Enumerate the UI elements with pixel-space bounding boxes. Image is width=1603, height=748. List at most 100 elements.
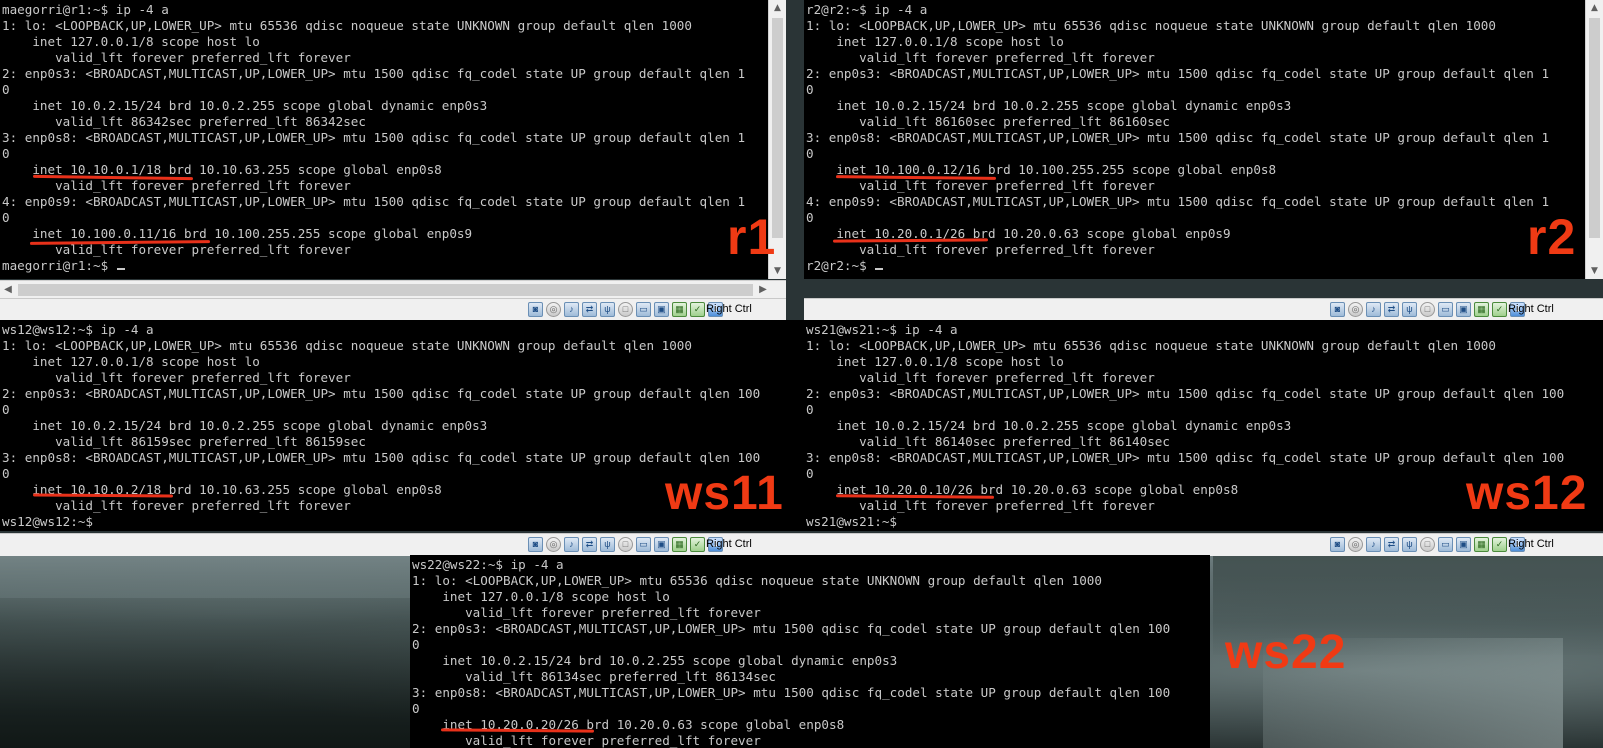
terminal-line: inet 127.0.0.1/8 scope host lo [2,34,260,49]
mouse-integration-icon[interactable]: ✓ [1492,537,1507,552]
shell-prompt: maegorri@r1:~$ [2,258,116,273]
vm-annotation-label: ws22 [1225,626,1347,679]
statusbar-r2: ◙ ◎ ♪ ⇄ ψ □ ▭ ▣ ▦ ✓ ⬇ Right Ctrl [804,298,1603,321]
horizontal-scrollbar-r1[interactable]: ◀ ▶ [0,280,786,299]
vm-annotation-label: r1 [727,209,777,265]
vertical-scrollbar-r2[interactable]: ▲ ▼ [1585,0,1603,279]
terminal-line: inet 127.0.0.1/8 scope host lo [806,354,1064,369]
hard-disk-icon[interactable]: ◙ [1330,302,1345,317]
vm-window-r1[interactable]: maegorri@r1:~$ ip -4 a 1: lo: <LOOPBACK,U… [0,0,786,279]
shared-folders-icon[interactable]: □ [618,302,633,317]
display-icon[interactable]: ▭ [636,302,651,317]
statusbar-ws11: ◙ ◎ ♪ ⇄ ψ □ ▭ ▣ ▦ ✓ ⬇ Right Ctrl [0,533,804,556]
cpu-icon[interactable]: ▦ [672,302,687,317]
terminal-ws22[interactable]: ws22@ws22:~$ ip -4 a 1: lo: <LOOPBACK,UP,… [410,555,1210,748]
wallpaper-grass-left [0,598,410,748]
terminal-line: valid_lft forever preferred_lft forever [806,50,1155,65]
terminal-line: valid_lft 86134sec preferred_lft 86134se… [412,669,776,684]
scroll-thumb[interactable] [18,284,753,296]
optical-drive-icon[interactable]: ◎ [546,537,561,552]
cpu-icon[interactable]: ▦ [672,537,687,552]
video-capture-icon[interactable]: ▣ [1456,302,1471,317]
vm-window-r2[interactable]: r2@r2:~$ ip -4 a 1: lo: <LOOPBACK,UP,LOWE… [804,0,1603,279]
terminal-line: 0 [806,82,814,97]
terminal-line: 2: enp0s3: <BROADCAST,MULTICAST,UP,LOWER… [412,621,1171,636]
shell-prompt: r2@r2:~$ [806,258,875,273]
terminal-line: inet 127.0.0.1/8 scope host lo [806,34,1064,49]
terminal-line: inet 10.100.0.11/16 brd 10.100.255.255 s… [2,226,473,241]
network-icon[interactable]: ⇄ [1384,537,1399,552]
terminal-line: 2: enp0s3: <BROADCAST,MULTICAST,UP,LOWER… [806,66,1550,81]
terminal-line: 0 [2,146,10,161]
usb-icon[interactable]: ψ [1402,537,1417,552]
audio-icon[interactable]: ♪ [1366,537,1381,552]
hard-disk-icon[interactable]: ◙ [1330,537,1345,552]
terminal-line: valid_lft 86160sec preferred_lft 86160se… [806,114,1170,129]
scroll-up-arrow-icon[interactable]: ▲ [1586,0,1603,16]
shared-folders-icon[interactable]: □ [1420,302,1435,317]
vm-annotation-label: ws12 [1466,467,1588,520]
mouse-integration-icon[interactable]: ✓ [690,302,705,317]
terminal-line: 3: enp0s8: <BROADCAST,MULTICAST,UP,LOWER… [806,130,1550,145]
hard-disk-icon[interactable]: ◙ [528,537,543,552]
network-icon[interactable]: ⇄ [582,537,597,552]
scroll-thumb[interactable] [772,18,783,238]
terminal-line: 4: enp0s9: <BROADCAST,MULTICAST,UP,LOWER… [2,194,746,209]
usb-icon[interactable]: ψ [600,302,615,317]
usb-icon[interactable]: ψ [600,537,615,552]
scroll-thumb[interactable] [1589,18,1600,238]
usb-icon[interactable]: ψ [1402,302,1417,317]
terminal-line: inet 127.0.0.1/8 scope host lo [412,589,670,604]
hard-disk-icon[interactable]: ◙ [528,302,543,317]
terminal-line: 4: enp0s9: <BROADCAST,MULTICAST,UP,LOWER… [806,194,1550,209]
scroll-down-arrow-icon[interactable]: ▼ [1586,263,1603,279]
optical-drive-icon[interactable]: ◎ [1348,302,1363,317]
terminal-line: ws21@ws21:~$ ip -4 a [806,322,958,337]
terminal-line: inet 10.0.2.15/24 brd 10.0.2.255 scope g… [412,653,898,668]
video-capture-icon[interactable]: ▣ [654,302,669,317]
terminal-line: valid_lft forever preferred_lft forever [806,370,1155,385]
mouse-integration-icon[interactable]: ✓ [1492,302,1507,317]
shell-prompt: ws12@ws12:~$ [2,514,93,529]
scroll-left-arrow-icon[interactable]: ◀ [0,281,16,299]
display-icon[interactable]: ▭ [1438,302,1453,317]
network-icon[interactable]: ⇄ [582,302,597,317]
status-icons: ◙ ◎ ♪ ⇄ ψ □ ▭ ▣ ▦ ✓ ⬇ [528,537,723,552]
video-capture-icon[interactable]: ▣ [654,537,669,552]
terminal-r2[interactable]: r2@r2:~$ ip -4 a 1: lo: <LOOPBACK,UP,LOWE… [804,0,1603,274]
audio-icon[interactable]: ♪ [564,302,579,317]
terminal-line: 3: enp0s8: <BROADCAST,MULTICAST,UP,LOWER… [2,130,746,145]
video-capture-icon[interactable]: ▣ [1456,537,1471,552]
terminal-line: 0 [806,210,814,225]
audio-icon[interactable]: ♪ [564,537,579,552]
display-icon[interactable]: ▭ [636,537,651,552]
terminal-line: 1: lo: <LOOPBACK,UP,LOWER_UP> mtu 65536 … [2,18,692,33]
terminal-line: valid_lft forever preferred_lft forever [412,605,761,620]
terminal-line: ws12@ws12:~$ ip -4 a [2,322,154,337]
optical-drive-icon[interactable]: ◎ [546,302,561,317]
terminal-line: valid_lft forever preferred_lft forever [2,242,351,257]
cpu-icon[interactable]: ▦ [1474,302,1489,317]
terminal-line: valid_lft 86342sec preferred_lft 86342se… [2,114,366,129]
display-icon[interactable]: ▭ [1438,537,1453,552]
scroll-right-arrow-icon[interactable]: ▶ [755,281,771,299]
cpu-icon[interactable]: ▦ [1474,537,1489,552]
terminal-line: 2: enp0s3: <BROADCAST,MULTICAST,UP,LOWER… [2,386,761,401]
audio-icon[interactable]: ♪ [1366,302,1381,317]
terminal-prompt-line[interactable]: r2@r2:~$ [806,258,1603,274]
optical-drive-icon[interactable]: ◎ [1348,537,1363,552]
statusbar-ws12: ◙ ◎ ♪ ⇄ ψ □ ▭ ▣ ▦ ✓ ⬇ Right Ctrl [804,533,1603,556]
mouse-integration-icon[interactable]: ✓ [690,537,705,552]
terminal-line: 0 [2,210,10,225]
terminal-line: 3: enp0s8: <BROADCAST,MULTICAST,UP,LOWER… [2,450,761,465]
terminal-line: valid_lft 86140sec preferred_lft 86140se… [806,434,1170,449]
terminal-prompt-line[interactable]: maegorri@r1:~$ [2,258,786,274]
terminal-line: valid_lft forever preferred_lft forever [806,242,1155,257]
shared-folders-icon[interactable]: □ [618,537,633,552]
terminal-r1[interactable]: maegorri@r1:~$ ip -4 a 1: lo: <LOOPBACK,U… [0,0,786,274]
scroll-up-arrow-icon[interactable]: ▲ [769,0,786,16]
vm-window-ws22[interactable]: ws22@ws22:~$ ip -4 a 1: lo: <LOOPBACK,UP,… [410,555,1210,748]
shared-folders-icon[interactable]: □ [1420,537,1435,552]
network-icon[interactable]: ⇄ [1384,302,1399,317]
terminal-line: 3: enp0s8: <BROADCAST,MULTICAST,UP,LOWER… [412,685,1171,700]
